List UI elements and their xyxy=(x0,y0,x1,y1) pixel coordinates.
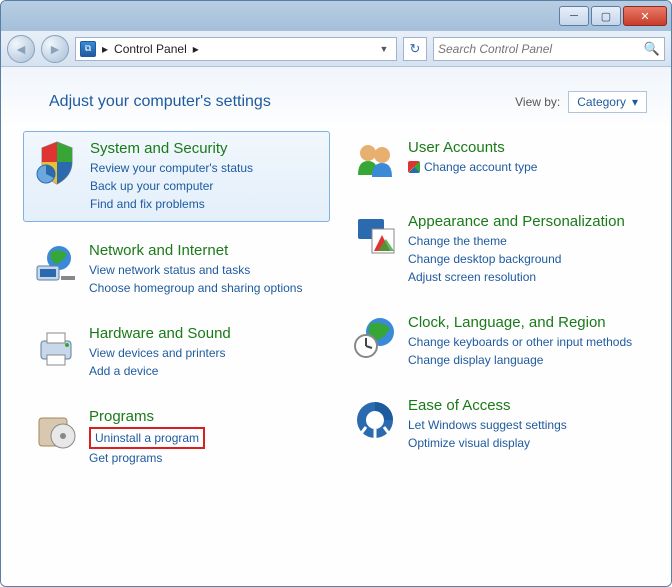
viewby-select[interactable]: Category ▾ xyxy=(568,91,647,113)
category-title[interactable]: Network and Internet xyxy=(89,242,320,259)
left-column: System and Security Review your computer… xyxy=(23,131,330,475)
minimize-button[interactable]: ─ xyxy=(559,6,589,26)
category-system-security[interactable]: System and Security Review your computer… xyxy=(23,131,330,222)
category-hardware-sound[interactable]: Hardware and Sound View devices and prin… xyxy=(23,317,330,388)
category-link[interactable]: Review your computer's status xyxy=(90,159,319,177)
breadcrumb[interactable]: Control Panel xyxy=(114,42,187,56)
category-link[interactable]: Add a device xyxy=(89,362,320,380)
category-title[interactable]: System and Security xyxy=(90,140,319,157)
category-link[interactable]: Get programs xyxy=(89,449,320,467)
maximize-button[interactable]: ▢ xyxy=(591,6,621,26)
category-title[interactable]: Clock, Language, and Region xyxy=(408,314,639,331)
viewby-label: View by: xyxy=(515,95,560,109)
category-title[interactable]: Hardware and Sound xyxy=(89,325,320,342)
back-button[interactable]: ◄ xyxy=(7,35,35,63)
category-link[interactable]: Back up your computer xyxy=(90,177,319,195)
category-link[interactable]: Change keyboards or other input methods xyxy=(408,333,639,351)
category-title[interactable]: Programs xyxy=(89,408,320,425)
forward-button[interactable]: ► xyxy=(41,35,69,63)
viewby: View by: Category ▾ xyxy=(515,91,647,113)
refresh-button[interactable]: ↻ xyxy=(403,37,427,61)
viewby-value: Category xyxy=(577,95,626,109)
header-row: Adjust your computer's settings View by:… xyxy=(15,91,657,131)
category-link[interactable]: View devices and printers xyxy=(89,344,320,362)
control-panel-icon: ⧉ xyxy=(80,41,96,57)
users-icon xyxy=(352,139,398,185)
chevron-down-icon: ▾ xyxy=(632,95,638,109)
category-link[interactable]: Let Windows suggest settings xyxy=(408,416,639,434)
category-link[interactable]: Change account type xyxy=(408,158,639,176)
close-button[interactable]: ✕ xyxy=(623,6,667,26)
control-panel-window: ─ ▢ ✕ ◄ ► ⧉ ▸ Control Panel ▸ ▼ ↻ 🔍 Adju… xyxy=(0,0,672,587)
addressbar[interactable]: ⧉ ▸ Control Panel ▸ ▼ xyxy=(75,37,397,61)
category-title[interactable]: Appearance and Personalization xyxy=(408,213,639,230)
appearance-icon xyxy=(352,213,398,259)
category-link[interactable]: Optimize visual display xyxy=(408,434,639,452)
category-user-accounts[interactable]: User Accounts Change account type xyxy=(342,131,649,193)
category-title[interactable]: Ease of Access xyxy=(408,397,639,414)
ease-of-access-icon xyxy=(352,397,398,443)
categories: System and Security Review your computer… xyxy=(15,131,657,475)
navbar: ◄ ► ⧉ ▸ Control Panel ▸ ▼ ↻ 🔍 xyxy=(1,31,671,67)
link-uninstall-a-program[interactable]: Uninstall a program xyxy=(95,431,199,445)
category-link[interactable]: Change display language xyxy=(408,351,639,369)
right-column: User Accounts Change account type xyxy=(342,131,649,475)
category-link[interactable]: Choose homegroup and sharing options xyxy=(89,279,320,297)
category-ease-of-access[interactable]: Ease of Access Let Windows suggest setti… xyxy=(342,389,649,460)
address-dropdown-icon[interactable]: ▼ xyxy=(376,44,392,54)
shield-icon xyxy=(34,140,80,186)
clock-globe-icon xyxy=(352,314,398,360)
programs-icon xyxy=(33,408,79,454)
content-area: Adjust your computer's settings View by:… xyxy=(1,67,671,586)
category-link[interactable]: Adjust screen resolution xyxy=(408,268,639,286)
category-network-internet[interactable]: Network and Internet View network status… xyxy=(23,234,330,305)
category-clock-language-region[interactable]: Clock, Language, and Region Change keybo… xyxy=(342,306,649,377)
search-box[interactable]: 🔍 xyxy=(433,37,665,61)
printer-icon xyxy=(33,325,79,371)
category-link[interactable]: View network status and tasks xyxy=(89,261,320,279)
category-appearance-personalization[interactable]: Appearance and Personalization Change th… xyxy=(342,205,649,294)
highlight-uninstall: Uninstall a program xyxy=(89,427,205,449)
search-icon[interactable]: 🔍 xyxy=(644,41,660,57)
category-link[interactable]: Find and fix problems xyxy=(90,195,319,213)
page-title: Adjust your computer's settings xyxy=(49,93,271,111)
globe-network-icon xyxy=(33,242,79,288)
category-link[interactable]: Change desktop background xyxy=(408,250,639,268)
category-link[interactable]: Change the theme xyxy=(408,232,639,250)
category-title[interactable]: User Accounts xyxy=(408,139,639,156)
titlebar: ─ ▢ ✕ xyxy=(1,1,671,31)
search-input[interactable] xyxy=(438,42,644,56)
category-programs[interactable]: Programs Uninstall a program Get program… xyxy=(23,400,330,475)
